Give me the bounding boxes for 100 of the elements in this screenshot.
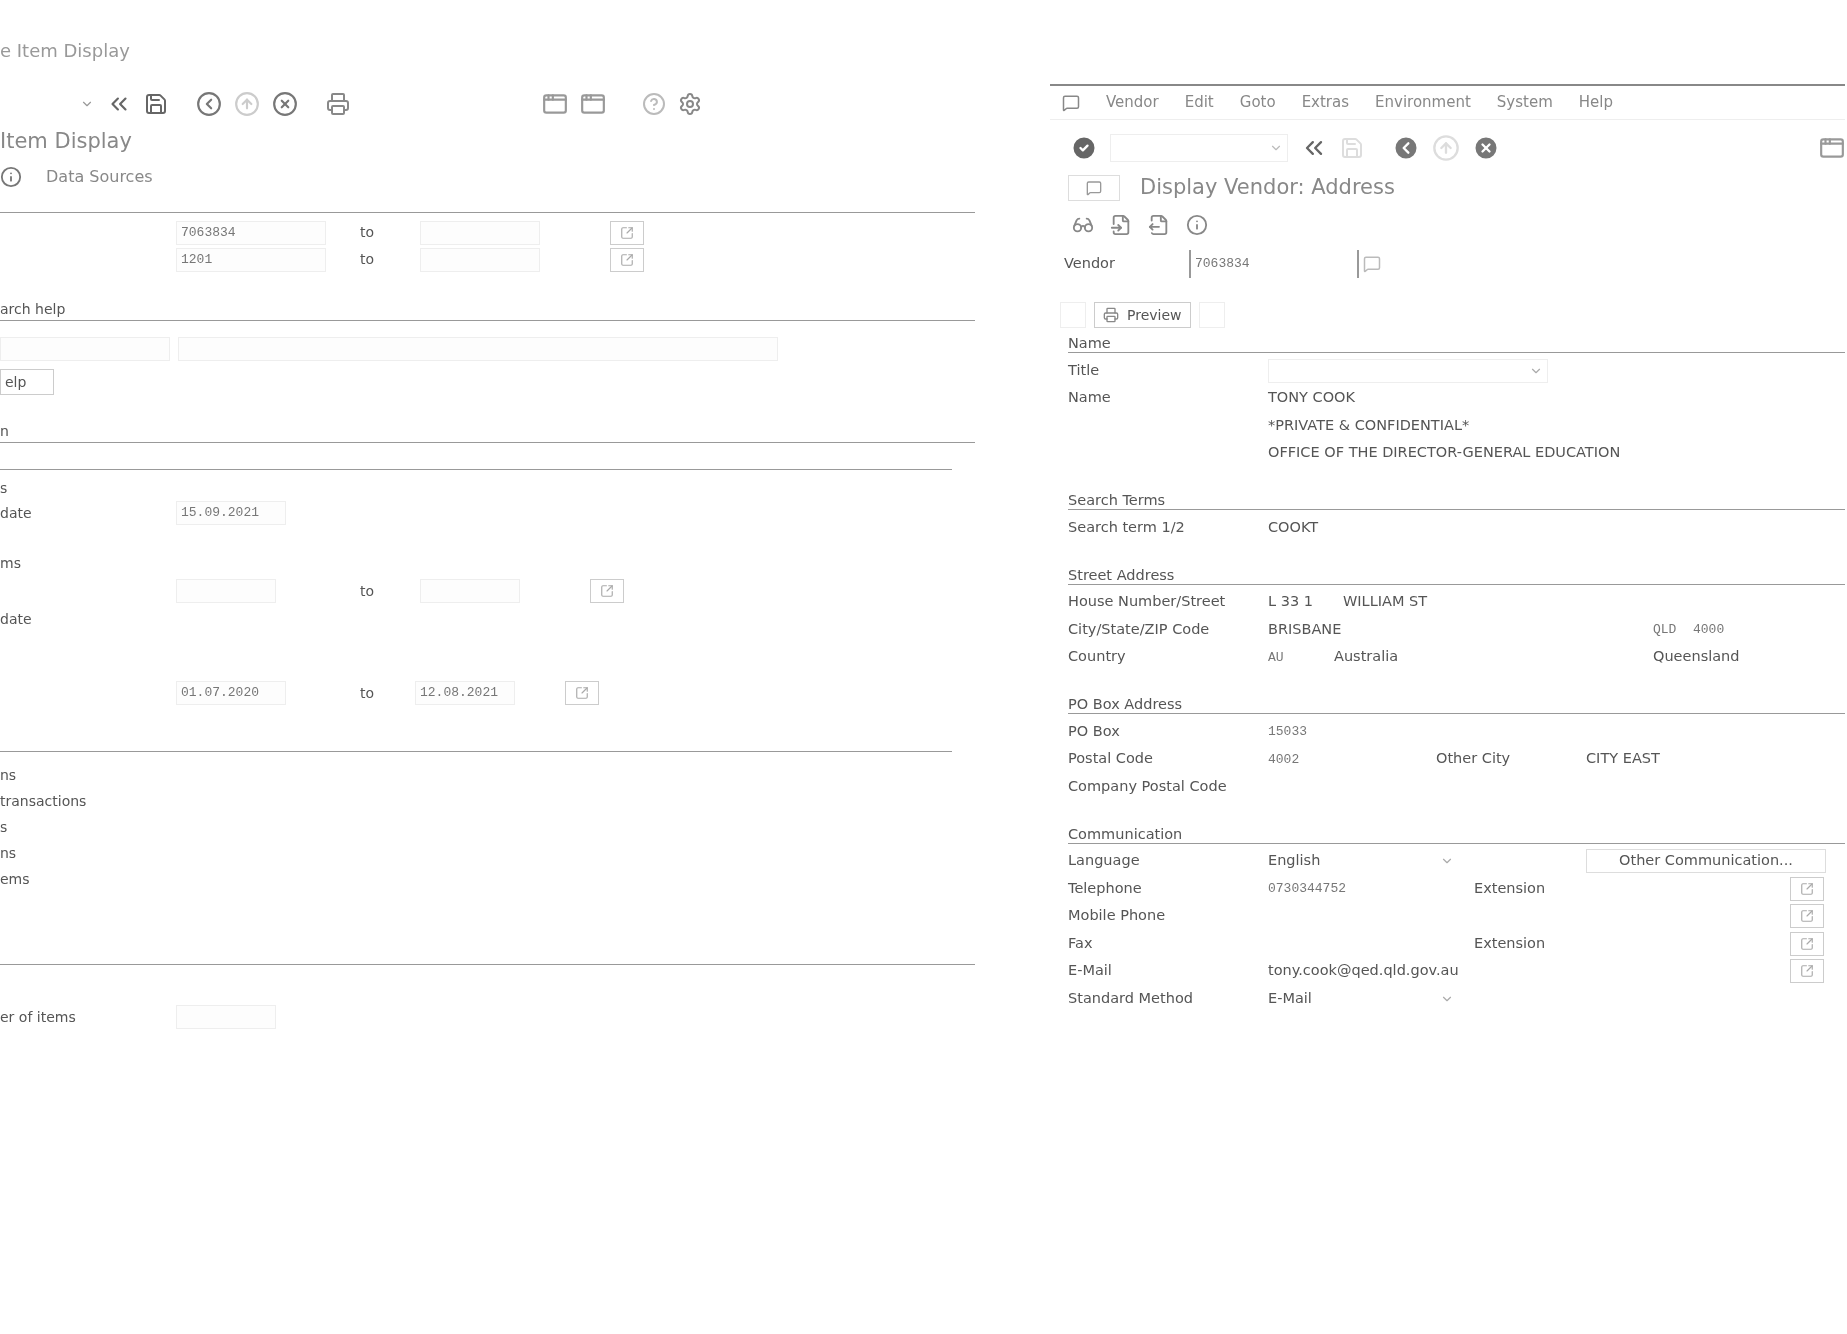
input-field[interactable]: 01.07.2020 — [176, 681, 286, 705]
field-label: Other City — [1436, 749, 1512, 769]
input-field[interactable]: 12.08.2021 — [415, 681, 515, 705]
field-label: Country — [1068, 648, 1126, 665]
vendor-field[interactable]: 7063834 — [1189, 250, 1359, 278]
field-value: CITY EAST — [1586, 749, 1660, 769]
multiple-selection-button[interactable] — [1790, 876, 1824, 901]
field-label: E-Mail — [1068, 962, 1112, 979]
field-label: Telephone — [1068, 879, 1142, 896]
field-value: COOKT — [1268, 517, 1319, 537]
field-label: date — [0, 609, 32, 629]
field-label: Search term 1/2 — [1068, 518, 1185, 535]
multiple-selection-button[interactable] — [610, 220, 644, 245]
menu-item[interactable]: System — [1496, 91, 1553, 114]
section-heading: n — [0, 422, 10, 441]
field-label: House Number/Street — [1068, 593, 1226, 610]
option-label: s — [0, 817, 8, 837]
document-icon — [1110, 214, 1132, 236]
option-label: transactions — [0, 791, 87, 811]
window-icon — [542, 91, 568, 117]
range-label: to — [360, 223, 376, 242]
field-label: Postal Code — [1068, 750, 1153, 767]
field-label: Fax — [1068, 934, 1093, 951]
info-icon — [1186, 214, 1208, 236]
field-value: L 33 1 — [1268, 592, 1314, 612]
field-label: Language — [1068, 852, 1140, 869]
window-icon — [1819, 135, 1845, 161]
exit-circle-icon — [234, 91, 260, 117]
field-label: City/State/ZIP Code — [1068, 620, 1210, 637]
section-heading: Name — [1068, 334, 1112, 352]
cancel-icon — [272, 91, 298, 117]
menu-item[interactable]: Edit — [1184, 91, 1214, 114]
field-value: Queensland — [1653, 647, 1740, 667]
field-value: 15033 — [1268, 723, 1307, 741]
menu-item[interactable]: Help — [1578, 91, 1613, 114]
screen-menu-icon — [1068, 175, 1120, 201]
arrow-out-icon — [1800, 881, 1814, 896]
field-value: WILLIAM ST — [1343, 592, 1428, 612]
data-sources-button[interactable]: Data Sources — [46, 165, 153, 189]
print-icon — [1103, 307, 1119, 323]
field-value: tony.cook@qed.qld.gov.au — [1268, 961, 1460, 981]
range-label: to — [360, 250, 376, 269]
screen-title: Item Display — [0, 128, 132, 156]
multiple-selection-button[interactable] — [590, 579, 624, 603]
input-field[interactable]: 7063834 — [176, 220, 326, 245]
range-label: to — [360, 683, 376, 703]
field-label: er of items — [0, 1007, 77, 1027]
multiple-selection-button[interactable] — [610, 247, 644, 272]
section-heading: PO Box Address — [1068, 695, 1184, 713]
arrow-out-icon — [620, 225, 634, 240]
print-icon — [326, 92, 350, 116]
exit-circle-icon — [1432, 134, 1460, 162]
arrow-out-icon — [575, 686, 589, 700]
other-communication-button[interactable]: Other Communication... — [1586, 849, 1826, 874]
multiple-selection-button[interactable] — [1790, 904, 1824, 929]
language-dropdown[interactable]: English — [1268, 849, 1458, 874]
field-label: date — [0, 503, 33, 523]
window-icon — [580, 91, 606, 117]
field-label: Name — [1068, 389, 1111, 406]
field-label: Extension — [1474, 878, 1547, 898]
menu-item[interactable]: Goto — [1239, 91, 1276, 114]
option-label: ns — [0, 843, 17, 863]
input-field[interactable]: 1201 — [176, 247, 326, 272]
multiple-selection-button[interactable] — [565, 681, 599, 705]
preview-button[interactable]: Preview — [1094, 302, 1191, 328]
save-icon — [144, 92, 168, 116]
window-title: e Item Display — [0, 39, 130, 63]
search-help-button[interactable]: elp — [0, 369, 54, 395]
field-label: Standard Method — [1068, 989, 1193, 1006]
section-heading: Street Address — [1068, 565, 1176, 584]
arrow-out-icon — [1800, 936, 1814, 951]
multiple-selection-button[interactable] — [1790, 931, 1824, 956]
save-icon — [1340, 136, 1364, 160]
field-label: PO Box — [1068, 722, 1120, 739]
menu-item[interactable]: Environment — [1375, 91, 1471, 114]
multiple-selection-button[interactable] — [1790, 959, 1824, 984]
field-value: Australia — [1334, 647, 1400, 667]
section-heading: Search Terms — [1068, 491, 1167, 509]
field-label: Extension — [1474, 933, 1547, 953]
check-icon — [1070, 134, 1098, 162]
method-dropdown[interactable]: E-Mail — [1268, 986, 1458, 1011]
input-field[interactable]: 15.09.2021 — [176, 501, 286, 525]
range-label: to — [360, 581, 376, 601]
settings-icon — [678, 92, 702, 116]
field-label: s — [0, 479, 9, 498]
field-value: 4002 — [1268, 750, 1301, 769]
field-label: Title — [1068, 361, 1100, 378]
info-icon — [0, 166, 22, 188]
section-heading: Communication — [1068, 824, 1184, 843]
field-value: QLD — [1653, 621, 1678, 639]
command-field[interactable] — [1110, 134, 1288, 162]
field-value: TONY COOK — [1268, 388, 1356, 408]
arrow-out-icon — [1800, 964, 1814, 979]
arrow-out-icon — [1800, 909, 1814, 924]
field-value: OFFICE OF THE DIRECTOR-GENERAL EDUCATION — [1268, 443, 1621, 463]
menu-item[interactable]: Extras — [1301, 91, 1350, 114]
cancel-icon — [1472, 134, 1500, 162]
menu-item[interactable]: Vendor — [1106, 91, 1159, 114]
title-dropdown[interactable] — [1268, 358, 1548, 383]
back-circle-icon — [196, 91, 222, 117]
